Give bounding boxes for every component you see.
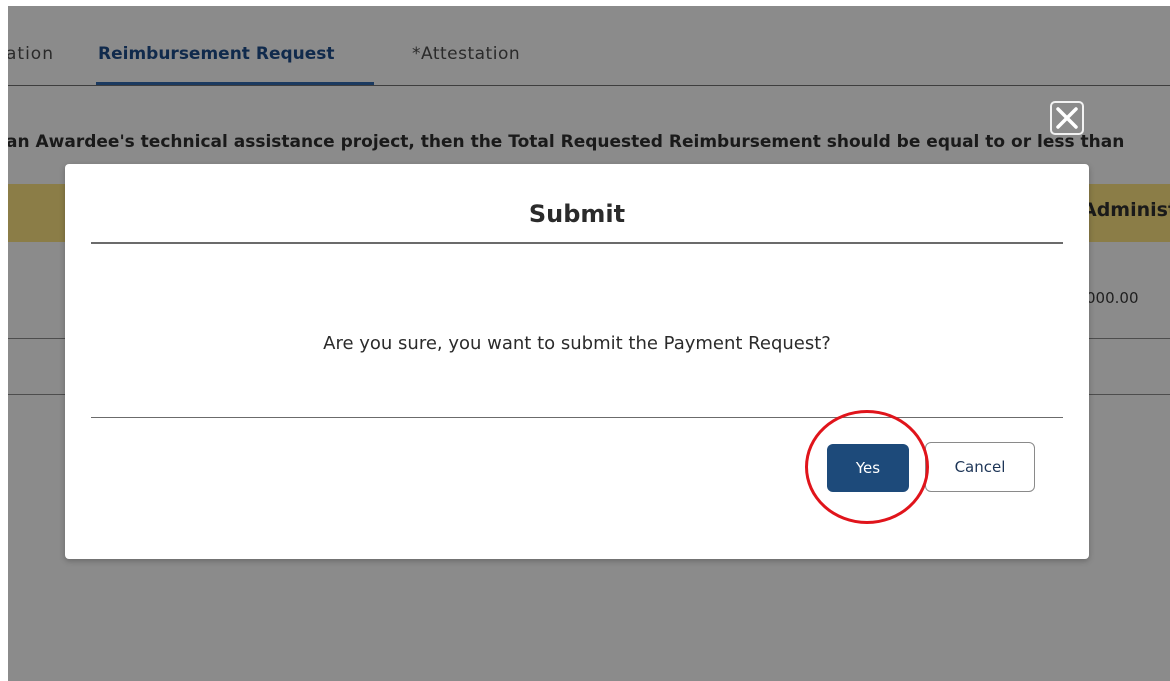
table-cell-amount: 000.00 — [1086, 289, 1139, 307]
screenshot-frame: ation Reimbursement Request *Attestation… — [0, 0, 1170, 681]
modal-close-button[interactable] — [1050, 101, 1084, 135]
dialog-footer-divider — [91, 417, 1063, 418]
table-header-administrative: Administ — [1082, 199, 1170, 221]
tab-bar: ation Reimbursement Request *Attestation — [8, 6, 1170, 86]
tab-previous-partial[interactable]: ation — [8, 44, 54, 64]
tab-bar-divider — [8, 85, 1170, 86]
window-left-edge — [0, 0, 8, 681]
yes-button[interactable]: Yes — [827, 444, 909, 492]
dialog-message: Are you sure, you want to submit the Pay… — [323, 333, 831, 354]
dimmed-page-background: ation Reimbursement Request *Attestation… — [8, 6, 1170, 681]
dialog-title: Submit — [528, 200, 626, 228]
dialog-header-divider — [91, 242, 1063, 244]
reimbursement-notice-text: an Awardee's technical assistance projec… — [8, 132, 1125, 152]
tab-attestation[interactable]: *Attestation — [412, 44, 520, 64]
close-icon — [1056, 107, 1078, 129]
cancel-button[interactable]: Cancel — [925, 442, 1035, 492]
tab-reimbursement-request[interactable]: Reimbursement Request — [98, 44, 335, 64]
submit-confirmation-dialog: Submit Are you sure, you want to submit … — [65, 164, 1089, 559]
